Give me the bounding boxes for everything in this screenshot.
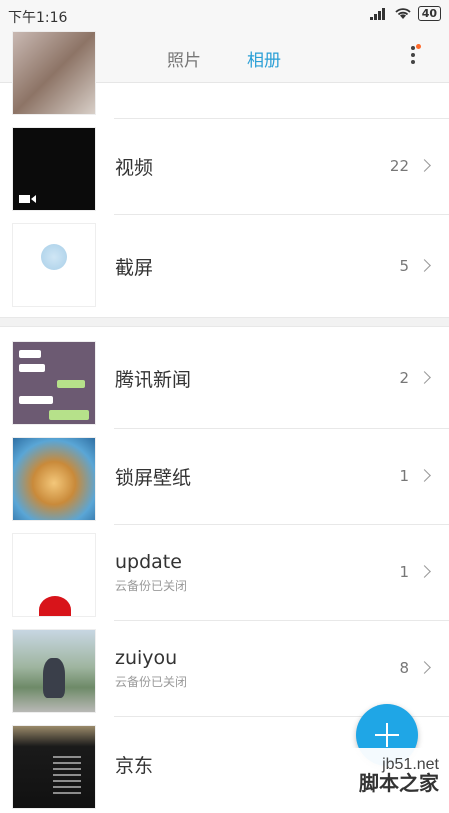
album-subtitle: 云备份已关闭 [115,579,188,593]
album-thumbnail [12,31,96,115]
album-count: 1 [399,563,409,581]
album-thumbnail [12,629,96,713]
album-count: 22 [389,157,409,175]
album-title: 视频 [115,157,154,179]
chevron-right-icon [418,469,431,482]
album-title: 京东 [115,755,154,777]
battery-icon: 40 [417,6,441,21]
album-title: update [115,551,182,573]
album-thumbnail [12,127,96,211]
album-thumbnail [12,223,96,307]
chevron-right-icon [418,565,431,578]
album-title: 锁屏壁纸 [115,467,192,489]
screenshot-preview [41,244,67,270]
album-thumbnail [12,725,96,809]
album-count: 2 [399,369,409,387]
album-title: zuiyou [115,647,178,669]
album-row-tencent-news[interactable]: 腾讯新闻 2 [0,333,449,429]
watermark-text: 脚本之家 [359,771,439,795]
album-title: 腾讯新闻 [115,369,192,391]
section-divider [0,317,449,327]
album-count: 1 [399,467,409,485]
album-row-zuiyou[interactable]: zuiyou 云备份已关闭 8 [0,621,449,717]
album-title: 截屏 [115,257,154,279]
chevron-right-icon [418,661,431,674]
chevron-right-icon [418,259,431,272]
chevron-right-icon [418,159,431,172]
album-row-lockscreen-wallpaper[interactable]: 锁屏壁纸 1 [0,429,449,525]
album-row-update[interactable]: update 云备份已关闭 1 [0,525,449,621]
album-row-partial[interactable] [0,23,449,119]
album-thumbnail [12,341,96,425]
watermark: jb51.net 脚本之家 [289,748,449,800]
album-count: 5 [399,257,409,275]
album-row-video[interactable]: 视频 22 [0,119,449,215]
status-icons: 40 [369,6,441,21]
wifi-icon [395,8,411,19]
album-thumbnail [12,533,96,617]
album-subtitle: 云备份已关闭 [115,675,188,689]
album-row-screenshots[interactable]: 截屏 5 [0,215,449,311]
chevron-right-icon [418,371,431,384]
album-thumbnail [12,437,96,521]
album-count: 8 [399,659,409,677]
signal-icon [369,7,385,20]
video-camera-icon [19,195,36,203]
